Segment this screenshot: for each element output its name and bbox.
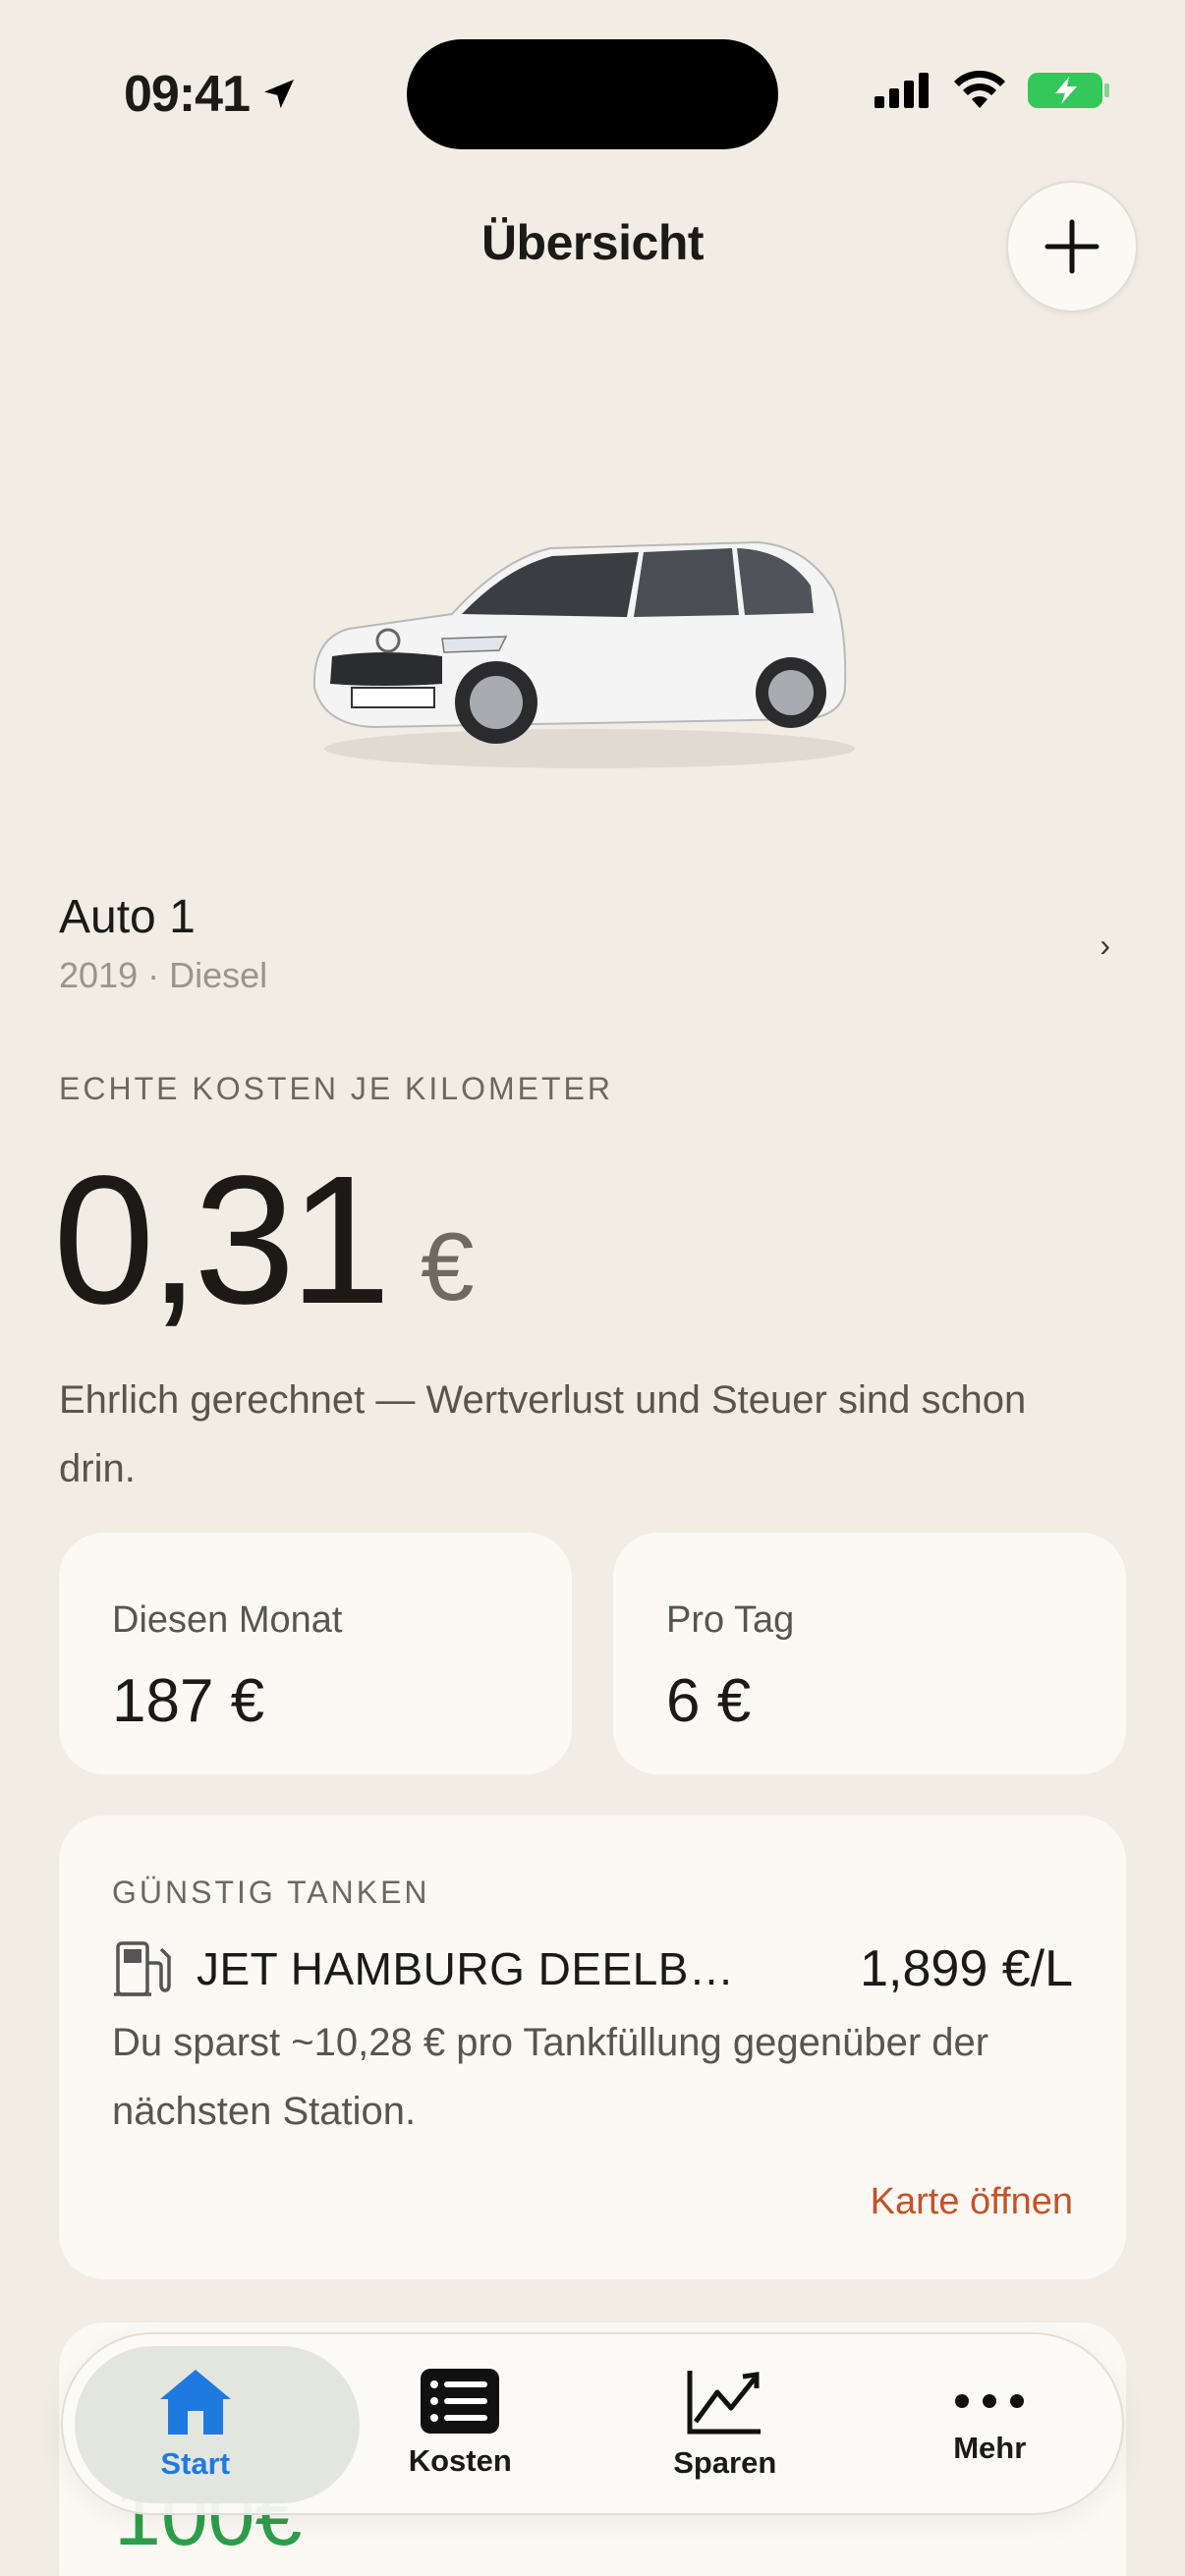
fuel-pump-icon — [114, 1941, 171, 1996]
car-image[interactable] — [295, 491, 884, 786]
tab-sparen[interactable]: Sparen — [592, 2334, 858, 2513]
location-arrow-icon — [264, 80, 294, 109]
vehicle-subtitle: 2019 · Diesel — [59, 955, 268, 995]
cost-per-km-value: 0,31 — [53, 1139, 391, 1342]
dynamic-island — [407, 39, 778, 149]
open-map-link[interactable]: Karte öffnen — [871, 2181, 1073, 2223]
fuel-station-row: JET HAMBURG DEELB… 1,899 €/L — [112, 1937, 1073, 2000]
vehicle-name: Auto 1 — [59, 891, 196, 943]
house-icon — [159, 2370, 231, 2435]
add-button[interactable] — [1006, 181, 1138, 312]
wifi-icon — [954, 71, 1005, 108]
tab-start[interactable]: Start — [63, 2334, 328, 2513]
chart-line-icon — [687, 2371, 761, 2435]
fuel-station-name: JET HAMBURG DEELB… — [197, 1943, 735, 1994]
daily-cost-card[interactable]: Pro Tag 6 € — [613, 1533, 1126, 1774]
plus-icon — [1044, 219, 1100, 274]
fuel-card-label: GÜNSTIG TANKEN — [112, 1875, 430, 1910]
battery-charging-icon — [1028, 73, 1109, 108]
status-icons — [875, 71, 1110, 110]
cost-per-km-note: Ehrlich gerechnet — Wertverlust und Steu… — [59, 1378, 1027, 1490]
list-icon — [421, 2369, 500, 2434]
status-time: 09:41 — [124, 65, 299, 124]
tab-mehr-label: Mehr — [953, 2431, 1027, 2465]
fuel-card[interactable]: GÜNSTIG TANKEN JET HAMBURG DEELB… 1,899 … — [59, 1816, 1126, 2279]
daily-cost-label: Pro Tag — [666, 1599, 795, 1641]
fuel-price: 1,899 €/L — [860, 1940, 1073, 1997]
tab-start-label: Start — [160, 2446, 231, 2481]
fuel-savings-note: Du sparst ~10,28 € pro Tankfüllung gegen… — [112, 2021, 989, 2133]
ellipsis-icon — [955, 2394, 1025, 2408]
time-text: 09:41 — [124, 66, 251, 123]
cost-per-km-unit: € — [421, 1212, 475, 1320]
month-cost-value: 187 € — [112, 1667, 265, 1735]
daily-cost-value: 6 € — [666, 1667, 752, 1735]
tab-bar: Start Kosten Sparen Mehr — [61, 2332, 1124, 2515]
month-cost-card[interactable]: Diesen Monat 187 € — [59, 1533, 572, 1774]
tab-sparen-label: Sparen — [673, 2445, 777, 2480]
month-cost-label: Diesen Monat — [112, 1599, 343, 1641]
tab-kosten-label: Kosten — [408, 2443, 512, 2478]
chevron-right-icon[interactable]: › — [1100, 927, 1110, 964]
cellular-signal-icon — [875, 73, 929, 108]
cost-per-km-label: ECHTE KOSTEN JE KILOMETER — [59, 1071, 613, 1106]
tab-kosten[interactable]: Kosten — [328, 2334, 593, 2513]
tab-mehr[interactable]: Mehr — [858, 2334, 1123, 2513]
